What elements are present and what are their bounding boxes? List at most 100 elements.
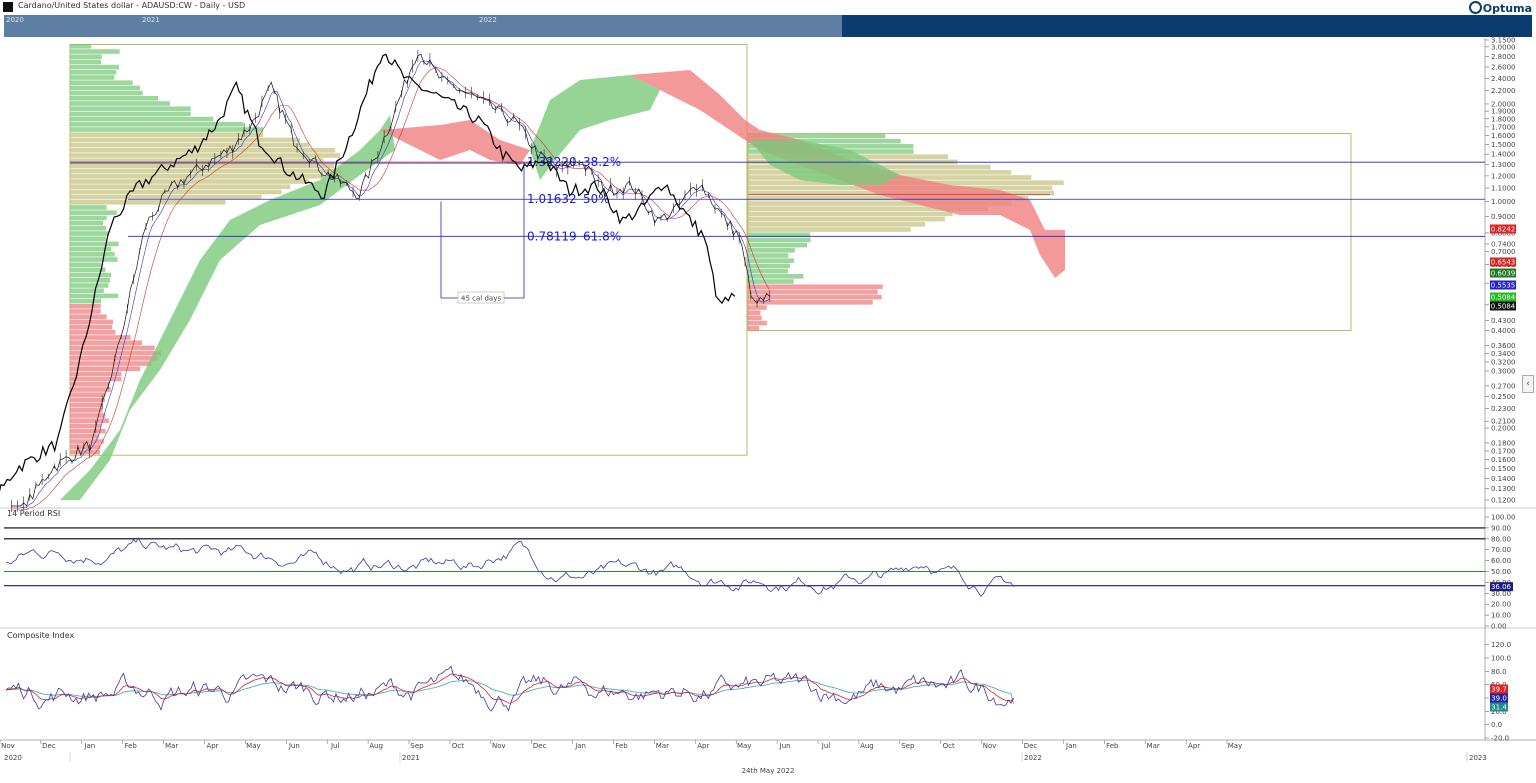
y-tick-label: 2.4000 (1491, 75, 1516, 83)
ci-value-label: 31.4 (1491, 704, 1507, 712)
profile-bar (70, 106, 191, 111)
profile-bar (70, 116, 214, 122)
profile-bar (748, 263, 790, 269)
price-label-value: 0.5535 (1491, 282, 1516, 290)
x-tick-label: Apr (697, 742, 709, 750)
x-tick-label: Nov (1, 742, 15, 750)
profile-bar (748, 242, 808, 248)
y-tick-label: 0.4300 (1491, 317, 1516, 325)
profile-bar (70, 220, 104, 226)
x-tick-label: Oct (452, 742, 464, 750)
x-tick-label: Jul (330, 742, 340, 750)
profile-bar (70, 174, 324, 179)
rsi-value-label: 36.06 (1491, 583, 1512, 591)
x-tick-label: Jan (1065, 742, 1077, 750)
x-tick-label: Feb (1106, 742, 1119, 750)
profile-bar (748, 216, 945, 222)
profile-bar (70, 319, 114, 325)
x-tick-label: Sep (901, 742, 915, 750)
y-tick-label: 0.2300 (1491, 405, 1516, 413)
y-tick-label: 0.2700 (1491, 382, 1516, 390)
profile-bar (70, 382, 109, 387)
composite-index-line (5, 665, 1014, 712)
rsi-tick-label: 50.00 (1491, 568, 1511, 576)
x-tick-label: Aug (369, 742, 383, 750)
profile-bar (70, 96, 159, 101)
ci-tick-label: -20.0 (1491, 735, 1509, 743)
profile-bar (748, 310, 761, 316)
fib-level-percent: 61.8% (583, 229, 621, 243)
y-tick-label: 1.6000 (1491, 132, 1516, 140)
profile-bar (70, 142, 310, 148)
rsi-tick-label: 90.00 (1491, 524, 1511, 532)
price-label-value: 0.8242 (1491, 226, 1516, 234)
y-tick-label: 0.9000 (1491, 213, 1516, 221)
profile-bar (70, 137, 301, 143)
price-label-value: 0.6543 (1491, 259, 1516, 267)
profile-bar (748, 279, 794, 284)
y-tick-label: 0.7000 (1491, 248, 1516, 256)
profile-bar (70, 49, 120, 54)
y-tick-label: 0.2500 (1491, 393, 1516, 401)
y-tick-label: 2.6000 (1491, 64, 1516, 72)
profile-bar (70, 252, 115, 257)
price-label-value: 0.5084 (1491, 303, 1516, 311)
collapse-panel-button[interactable]: ‹ (1522, 375, 1534, 393)
ci-value-label: 39.7 (1491, 686, 1507, 694)
y-tick-label: 0.3400 (1491, 350, 1516, 358)
profile-bar (748, 289, 878, 295)
profile-bar (70, 70, 117, 75)
y-tick-label: 0.1700 (1491, 447, 1516, 455)
y-tick-label: 1.4000 (1491, 151, 1516, 159)
rsi-panel-title: 14 Period RSI (7, 509, 60, 518)
profile-bar (70, 387, 111, 392)
x-tick-label: Feb (124, 742, 137, 750)
profile-bar (70, 153, 341, 158)
profile-bar (70, 402, 103, 408)
profile-bar (70, 408, 103, 413)
profile-bar (70, 231, 109, 236)
profile-bar (70, 288, 104, 293)
x-tick-label: Jul (821, 742, 831, 750)
profile-bar (70, 54, 102, 59)
profile-bar (70, 132, 264, 137)
x-tick-label: Apr (206, 742, 218, 750)
x-tick-label: Dec (1024, 742, 1038, 750)
rsi-tick-label: 0.00 (1491, 623, 1507, 631)
profile-bar (70, 241, 119, 247)
profile-bar (70, 101, 170, 106)
x-tick-label: May (737, 742, 751, 750)
profile-bar (70, 283, 109, 288)
y-tick-label: 0.1300 (1491, 485, 1516, 493)
ci-tick-label: 0.0 (1491, 721, 1502, 729)
x-tick-label: May (1228, 742, 1242, 750)
x-year-label: 2020 (4, 754, 22, 762)
profile-bar (748, 315, 762, 321)
x-tick-label: Mar (165, 742, 178, 750)
fib-level-price: 0.78119 (527, 229, 577, 243)
x-tick-label: Aug (860, 742, 874, 750)
profile-bar (70, 148, 336, 153)
profile-bar (70, 210, 117, 215)
profile-bar (748, 222, 925, 227)
profile-bar (748, 326, 760, 331)
price-label-value: 0.6039 (1491, 270, 1516, 278)
profile-bar (70, 59, 102, 65)
ci-value-label: 39.0 (1491, 695, 1507, 703)
profile-bar (748, 237, 811, 243)
profile-bar (70, 324, 113, 330)
profile-bar (70, 257, 118, 262)
chart-canvas[interactable]: 3.15003.00002.80002.60002.40002.20002.00… (0, 0, 1536, 783)
y-tick-label: 0.1200 (1491, 497, 1516, 505)
ci-tick-label: 100.0 (1491, 655, 1511, 663)
annotation-label: 45 cal days (461, 295, 501, 303)
x-year-label: 2022 (1024, 754, 1042, 762)
rsi-tick-label: 60.00 (1491, 557, 1511, 565)
y-tick-label: 0.1800 (1491, 439, 1516, 447)
x-tick-label: Dec (42, 742, 56, 750)
profile-bar (70, 304, 101, 309)
composite-panel-title: Composite Index (7, 631, 75, 640)
profile-bar (70, 189, 282, 195)
x-tick-label: Nov (983, 742, 997, 750)
y-tick-label: 0.1500 (1491, 465, 1516, 473)
